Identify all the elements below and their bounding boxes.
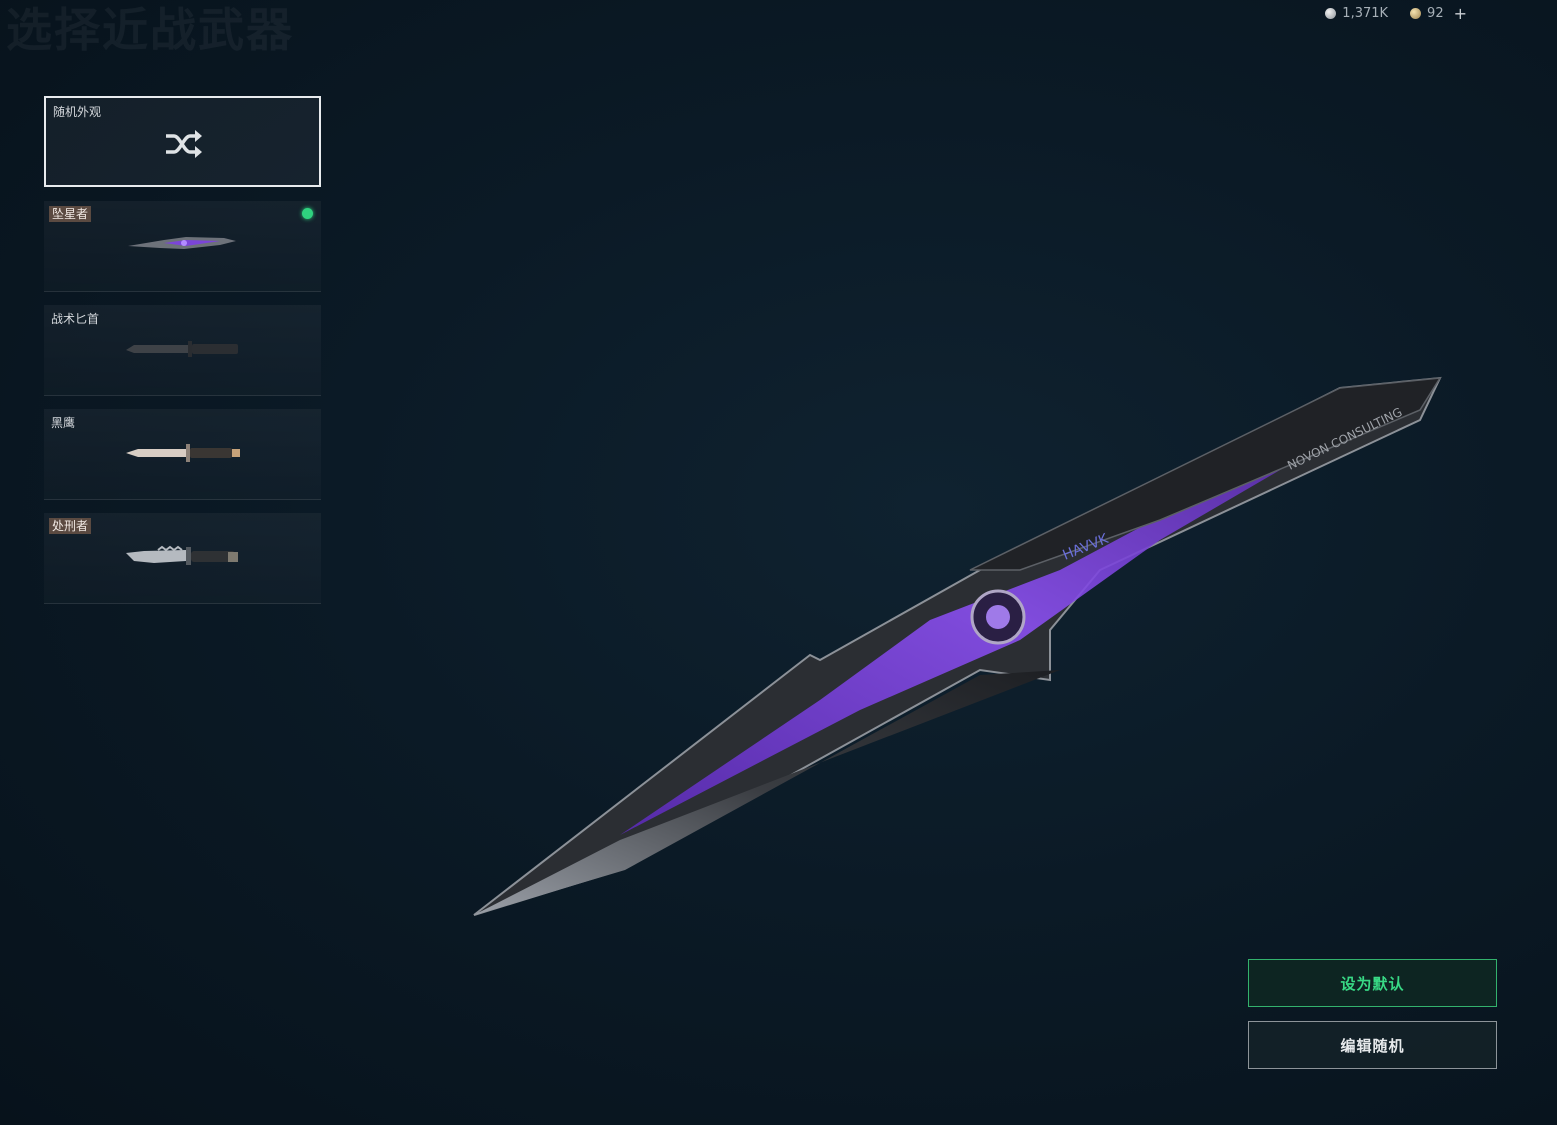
knife-thumbnail-tactical-dagger bbox=[126, 341, 238, 357]
page-title: 选择近战武器 bbox=[6, 3, 294, 57]
edit-random-button[interactable]: 编辑随机 bbox=[1248, 1021, 1497, 1069]
list-item-black-hawk[interactable]: 黑鹰 bbox=[44, 409, 321, 500]
gold-coin-icon bbox=[1410, 8, 1422, 19]
item-label: 战术匕首 bbox=[51, 312, 100, 326]
item-label: 处刑者 bbox=[49, 518, 92, 534]
set-default-button[interactable]: 设为默认 bbox=[1248, 959, 1497, 1007]
item-label: 黑鹰 bbox=[51, 416, 76, 430]
shuffle-icon bbox=[166, 130, 202, 158]
silver-currency[interactable]: 1,371K bbox=[1325, 6, 1388, 21]
currency-bar: 1,371K 92 + bbox=[1325, 4, 1467, 23]
add-currency-icon[interactable]: + bbox=[1454, 4, 1467, 23]
melee-weapon-list: 随机外观 坠星者 战术匕首 黑鹰 处刑者 bbox=[44, 96, 321, 617]
item-label: 随机外观 bbox=[53, 105, 102, 119]
gold-amount: 92 bbox=[1427, 6, 1444, 21]
silver-amount: 1,371K bbox=[1342, 6, 1389, 21]
knife-thumbnail-executioner bbox=[126, 545, 238, 565]
list-item-executioner[interactable]: 处刑者 bbox=[44, 513, 321, 604]
list-item-tactical-dagger[interactable]: 战术匕首 bbox=[44, 305, 321, 396]
list-item-star-crusher[interactable]: 坠星者 bbox=[44, 201, 321, 292]
list-item-random-skin[interactable]: 随机外观 bbox=[44, 96, 321, 187]
gold-currency[interactable]: 92 + bbox=[1410, 4, 1467, 23]
weapon-preview: HAVVK NOVON CONSULTING bbox=[473, 376, 1442, 916]
knife-thumbnail-star-crusher bbox=[128, 237, 236, 249]
equipped-indicator bbox=[302, 208, 313, 219]
item-label: 坠星者 bbox=[49, 206, 92, 222]
knife-thumbnail-black-hawk bbox=[126, 444, 240, 462]
silver-coin-icon bbox=[1325, 8, 1337, 19]
knife-spine bbox=[969, 377, 1442, 571]
